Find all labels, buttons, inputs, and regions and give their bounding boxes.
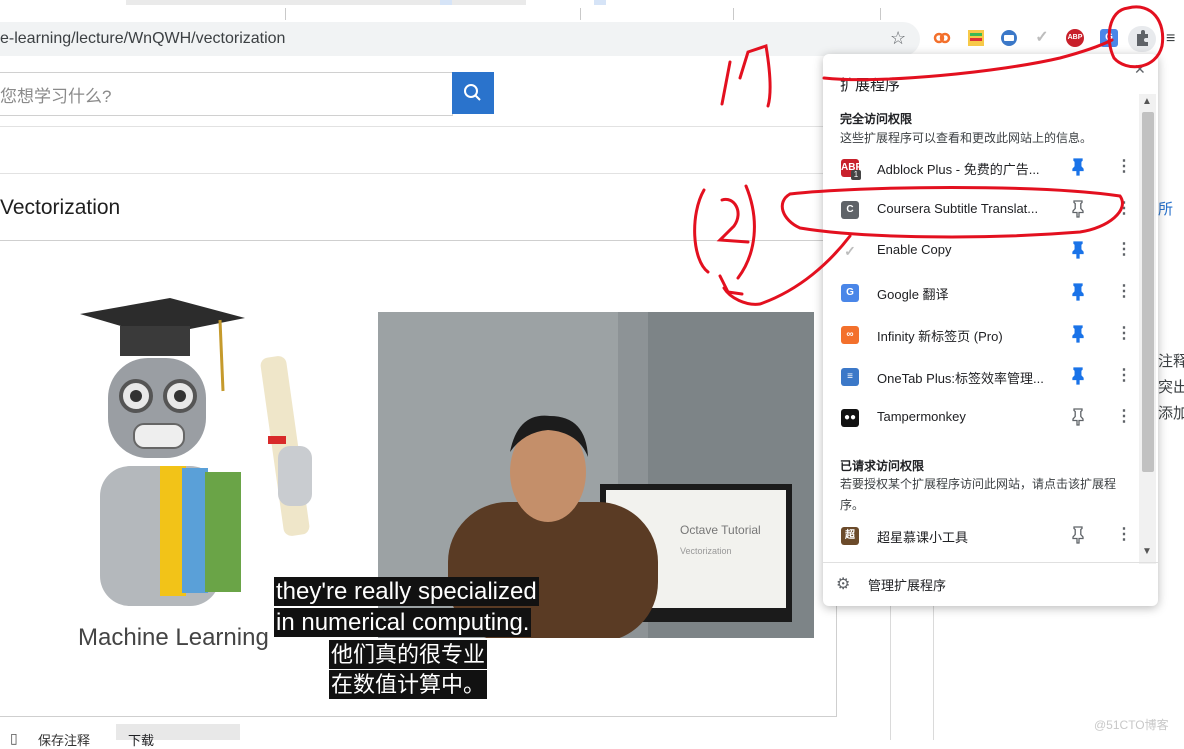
full-access-description: 这些扩展程序可以查看和更改此网站上的信息。	[840, 131, 1093, 145]
requested-access-description: 若要授权某个扩展程序访问此网站，请点击该扩展程序。	[840, 477, 1117, 512]
tab-favicon-fragment	[594, 0, 606, 5]
url-text[interactable]: e-learning/lecture/WnQWH/vectorization	[0, 30, 285, 48]
close-icon[interactable]: ✕	[1134, 61, 1146, 78]
tab-separator	[733, 8, 734, 20]
reading-list-icon[interactable]: ≡	[1166, 30, 1175, 48]
extension-icon: ≡	[841, 367, 859, 386]
extension-name: Google 翻译	[877, 287, 949, 303]
more-options-icon[interactable]: ⋮	[1116, 526, 1132, 544]
scrollbar-thumb[interactable]	[1142, 112, 1154, 472]
search-icon	[464, 84, 481, 101]
extension-name: Coursera Subtitle Translat...	[877, 200, 1039, 216]
extension-row[interactable]: 超 超星慕课小工具 ⋮	[823, 516, 1139, 556]
unpinned-icon[interactable]	[1071, 526, 1085, 544]
unpinned-icon[interactable]	[1071, 200, 1085, 218]
monitor-title: Octave Tutorial	[680, 523, 761, 537]
extension-row[interactable]: ∞ Infinity 新标签页 (Pro) ⋮	[823, 315, 1139, 355]
monitor-subtitle: Vectorization	[680, 546, 732, 556]
search-button[interactable]	[452, 72, 494, 114]
extension-name: Tampermonkey	[877, 409, 966, 425]
robot-mascot-image	[80, 298, 312, 606]
check-ext-icon[interactable]: ✓	[1033, 29, 1051, 47]
more-options-icon[interactable]: ⋮	[1116, 200, 1132, 218]
side-fragment: 注释	[1158, 353, 1184, 370]
requested-access-heading: 已请求访问权限	[840, 459, 925, 473]
scroll-up-icon[interactable]: ▲	[1142, 96, 1152, 107]
extension-icon: C	[841, 200, 859, 219]
extension-badge: 1	[851, 170, 861, 180]
unpinned-icon[interactable]	[1071, 408, 1085, 426]
pinned-icon[interactable]	[1071, 241, 1085, 260]
translate-ext-icon[interactable]: G	[1100, 29, 1118, 47]
extension-name: Adblock Plus - 免费的广告...	[877, 162, 1040, 177]
subtitle-line-en-2: in numerical computing.	[274, 608, 532, 637]
pinned-icon[interactable]	[1071, 283, 1085, 301]
more-options-icon[interactable]: ⋮	[1116, 408, 1132, 426]
extension-row[interactable]: G Google 翻译 ⋮	[823, 273, 1139, 313]
tab-separator	[580, 8, 581, 20]
pinned-icon[interactable]	[1071, 366, 1085, 385]
more-options-icon[interactable]: ⋮	[1116, 325, 1132, 343]
tab-separator	[880, 8, 881, 20]
infinity-ext-icon[interactable]	[933, 29, 951, 47]
side-fragment: 突出	[1158, 379, 1184, 396]
extension-icon: 超	[841, 527, 859, 545]
scroll-down-icon[interactable]: ▼	[1142, 546, 1152, 557]
extension-row[interactable]: ABP 1 Adblock Plus - 免费的广告... ⋮	[823, 148, 1139, 188]
extension-name: Infinity 新标签页 (Pro)	[877, 328, 1003, 344]
extension-row[interactable]: ≡ OneTab Plus:标签效率管理... ⋮	[823, 357, 1139, 397]
watermark: @51CTO博客	[1094, 718, 1169, 732]
lecture-title: Vectorization	[0, 196, 121, 219]
extension-icon: G	[841, 284, 859, 303]
bookmark-star-icon[interactable]: ☆	[890, 28, 906, 49]
extensions-puzzle-icon[interactable]	[1128, 26, 1156, 52]
divider	[823, 562, 1158, 563]
tab-separator	[285, 8, 286, 20]
extension-name: Enable Copy	[877, 242, 952, 258]
subtitle-line-en-1: they're really specialized	[274, 577, 539, 606]
extension-icon: ✓	[841, 242, 859, 261]
extension-row[interactable]: ✓ Enable Copy ⋮	[823, 231, 1139, 271]
pinned-icon[interactable]	[1071, 158, 1085, 176]
extension-name: 超星慕课小工具	[877, 530, 969, 545]
subtitle-line-zh-2: 在数值计算中。	[329, 670, 488, 699]
extension-icon: ∞	[841, 325, 859, 344]
tab-favicon-fragment	[440, 0, 452, 5]
more-options-icon[interactable]: ⋮	[1116, 367, 1132, 385]
pinned-icon[interactable]	[1071, 325, 1085, 343]
machine-learning-logo-text: Machine Learning	[78, 624, 269, 651]
tab-fragment[interactable]	[126, 0, 526, 5]
save-notes-icon[interactable]: ▯	[10, 730, 18, 747]
extension-icon: ●●	[841, 409, 859, 428]
subtitle-line-zh-1: 他们真的很专业	[329, 640, 488, 669]
side-fragment: 添加	[1158, 405, 1184, 422]
more-options-icon[interactable]: ⋮	[1116, 158, 1132, 176]
tab-strip	[0, 0, 1184, 22]
adblock-ext-icon[interactable]: ABP	[1066, 29, 1084, 47]
more-options-icon[interactable]: ⋮	[1116, 283, 1132, 301]
divider	[0, 126, 890, 127]
more-options-icon[interactable]: ⋮	[1116, 241, 1132, 259]
extension-row[interactable]: ●● Tampermonkey ⋮	[823, 398, 1139, 438]
extension-row[interactable]: C Coursera Subtitle Translat... ⋮	[823, 190, 1139, 230]
divider	[0, 173, 890, 174]
popup-title: 扩展程序	[840, 77, 901, 94]
manage-extensions-link[interactable]: 管理扩展程序	[868, 575, 946, 594]
side-fragment[interactable]: 所	[1158, 198, 1173, 219]
notes-ext-icon[interactable]	[1000, 29, 1018, 47]
gear-icon[interactable]: ⚙	[836, 574, 850, 594]
extension-name: OneTab Plus:标签效率管理...	[877, 370, 1044, 386]
full-access-heading: 完全访问权限	[840, 112, 913, 126]
download-button[interactable]: 下载	[116, 724, 240, 748]
onetab-ext-icon[interactable]	[967, 29, 985, 47]
search-placeholder: 您想学习什么?	[0, 87, 112, 106]
